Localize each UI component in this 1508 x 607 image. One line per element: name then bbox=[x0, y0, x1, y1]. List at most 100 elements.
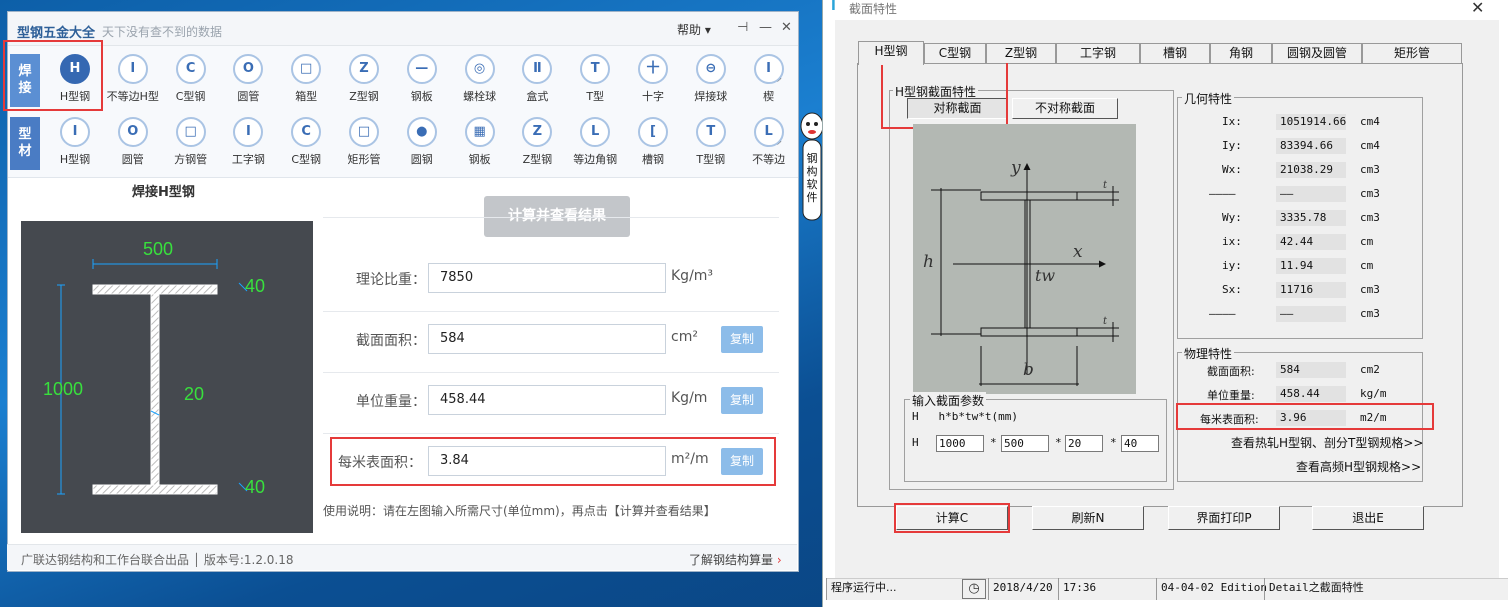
tool-profile-5[interactable]: □ 矩形管 bbox=[336, 117, 392, 175]
diagram-title: 焊接H型钢 bbox=[132, 185, 195, 200]
field-input[interactable]: 458.44 bbox=[428, 385, 666, 415]
help-menu[interactable]: 帮助 ▾ bbox=[677, 21, 711, 38]
tool-profile-10[interactable]: [槽钢 bbox=[625, 117, 681, 175]
tool-welded-8[interactable]: Ⅱ 盒式 bbox=[509, 54, 565, 112]
tool-profile-3[interactable]: I 工字钢 bbox=[220, 117, 276, 175]
tool-welded-1[interactable]: I 不等边H型 bbox=[105, 54, 161, 112]
geom-value: 11.94 bbox=[1276, 258, 1346, 274]
tool-label: 盒式 bbox=[526, 90, 549, 103]
tab-5[interactable]: 角钢 bbox=[1210, 43, 1272, 63]
tool-profile-4[interactable]: C C型钢 bbox=[278, 117, 334, 175]
tool-label: 圆管 bbox=[121, 153, 144, 166]
shape-icon: □ bbox=[291, 54, 322, 84]
field-label: 每米表面积： bbox=[338, 455, 422, 471]
action-button-0[interactable]: 计算C bbox=[896, 506, 1008, 530]
dim-h-label: h bbox=[923, 252, 934, 272]
tool-profile-2[interactable]: □ 方钢管 bbox=[163, 117, 219, 175]
shape-icon: L bbox=[753, 117, 784, 147]
param-input-3[interactable]: 40 bbox=[1121, 435, 1159, 452]
dim-t2-label: t bbox=[1103, 316, 1108, 327]
tool-welded-2[interactable]: C C型钢 bbox=[163, 54, 219, 112]
high-freq-spec-link[interactable]: 查看高频H型钢规格>> bbox=[1296, 458, 1421, 475]
shape-icon: 十 bbox=[638, 54, 668, 84]
tool-label: 不等边H型 bbox=[106, 90, 159, 103]
phys-value: 3.96 bbox=[1276, 410, 1346, 426]
tool-welded-5[interactable]: Z Z型钢 bbox=[336, 54, 392, 112]
phys-label: 每米表面积: bbox=[1200, 413, 1259, 426]
field-label: 理论比重： bbox=[356, 272, 426, 288]
tool-profile-11[interactable]: T T型钢 bbox=[683, 117, 739, 175]
tool-welded-4[interactable]: □ 箱型 bbox=[278, 54, 334, 112]
tab-1[interactable]: C型钢 bbox=[924, 43, 986, 63]
action-button-1[interactable]: 刷新N bbox=[1032, 506, 1144, 530]
left-titlebar: 型钢五金大全 天下没有查不到的数据 帮助 ▾ ⊣ — ✕ bbox=[8, 12, 798, 46]
axis-x-label: x bbox=[1073, 242, 1083, 262]
footer-link[interactable]: 了解钢结构算量 › bbox=[689, 551, 782, 568]
field-input[interactable]: 3.84 bbox=[428, 446, 666, 476]
copy-button[interactable]: 复制 bbox=[721, 387, 763, 414]
phys-label: 单位重量: bbox=[1207, 389, 1255, 402]
tab-0[interactable]: H型钢 bbox=[858, 41, 924, 65]
status-cell-2: 17:36 bbox=[1058, 578, 1154, 600]
tool-label: 箱型 bbox=[295, 90, 318, 103]
tool-profile-7[interactable]: ▦ 钢板 bbox=[452, 117, 508, 175]
shape-icon: C bbox=[175, 54, 206, 84]
status-cell-1: 2018/4/20 bbox=[988, 578, 1056, 600]
phys-value: 584 bbox=[1276, 362, 1346, 378]
tool-welded-9[interactable]: T T型 bbox=[567, 54, 623, 112]
tool-welded-7[interactable]: ◎ 螺栓球 bbox=[452, 54, 508, 112]
tab-6[interactable]: 圆钢及圆管 bbox=[1272, 43, 1362, 63]
tool-welded-10[interactable]: 十十字 bbox=[625, 54, 681, 112]
physical-group-label: 物理特性 bbox=[1182, 345, 1235, 362]
tool-label: C型钢 bbox=[291, 153, 322, 166]
status-cell-3: 04-04-02 Edition bbox=[1156, 578, 1267, 600]
app-title: 型钢五金大全 bbox=[17, 26, 96, 41]
tool-profile-8[interactable]: Z Z型钢 bbox=[509, 117, 565, 175]
geom-unit: cm4 bbox=[1360, 139, 1380, 152]
shape-icon: Z bbox=[522, 117, 553, 147]
field-input[interactable]: 7850 bbox=[428, 263, 666, 293]
tool-profile-12[interactable]: L 不等边 bbox=[741, 117, 797, 175]
tab-4[interactable]: 槽钢 bbox=[1140, 43, 1210, 63]
shape-icon: Z bbox=[349, 54, 379, 84]
axis-y-label: y bbox=[1011, 158, 1021, 178]
action-button-2[interactable]: 界面打印P bbox=[1168, 506, 1280, 530]
copy-button[interactable]: 复制 bbox=[721, 448, 763, 475]
tool-profile-9[interactable]: L 等边角钢 bbox=[567, 117, 623, 175]
param-input-0[interactable]: 1000 bbox=[936, 435, 984, 452]
pin-icon[interactable]: ⊣ bbox=[737, 20, 748, 35]
shape-icon: — bbox=[406, 54, 437, 84]
tab-7[interactable]: 矩形管 bbox=[1362, 43, 1462, 63]
copy-button[interactable]: 复制 bbox=[721, 326, 763, 353]
usage-note: 使用说明：请在左图输入所需尺寸(单位mm)，再点击【计算并查看结果】 bbox=[323, 504, 716, 518]
param-input-1[interactable]: 500 bbox=[1001, 435, 1049, 452]
shape-icon: ▦ bbox=[464, 117, 495, 147]
tool-welded-6[interactable]: — 钢板 bbox=[394, 54, 450, 112]
tool-label: 圆钢 bbox=[410, 153, 433, 166]
tool-welded-11[interactable]: ⊖ 焊接球 bbox=[683, 54, 739, 112]
asymmetric-button[interactable]: 不对称截面 bbox=[1012, 98, 1118, 119]
field-input[interactable]: 584 bbox=[428, 324, 666, 354]
tool-profile-6[interactable]: ● 圆钢 bbox=[394, 117, 450, 175]
close-icon[interactable]: ✕ bbox=[781, 20, 792, 35]
hot-rolled-spec-link[interactable]: 查看热轧H型钢、剖分T型钢规格>> bbox=[1231, 434, 1423, 451]
geom-label: ———— bbox=[1209, 307, 1236, 320]
tab-3[interactable]: 工字钢 bbox=[1056, 43, 1140, 63]
close-icon[interactable]: ✕ bbox=[1471, 0, 1484, 17]
dim-b-label: b bbox=[1023, 360, 1034, 380]
tool-profile-0[interactable]: I H型钢 bbox=[47, 117, 103, 175]
geom-value: 3335.78 bbox=[1276, 210, 1346, 226]
sidetab-profile[interactable]: 型 材 bbox=[10, 117, 40, 170]
minimize-icon[interactable]: — bbox=[759, 20, 772, 35]
tab-2[interactable]: Z型钢 bbox=[986, 43, 1056, 63]
tool-label: 螺栓球 bbox=[463, 90, 497, 103]
field-unit: cm² bbox=[671, 329, 698, 345]
tool-profile-1[interactable]: O 圆管 bbox=[105, 117, 161, 175]
dim-h-label: 1000 bbox=[43, 379, 84, 399]
geom-value: 42.44 bbox=[1276, 234, 1346, 250]
param-input-2[interactable]: 20 bbox=[1065, 435, 1103, 452]
tool-welded-12[interactable]: I楔 bbox=[741, 54, 797, 112]
action-button-3[interactable]: 退出E bbox=[1312, 506, 1424, 530]
tool-welded-3[interactable]: O 圆管 bbox=[220, 54, 276, 112]
geom-unit: cm bbox=[1360, 259, 1374, 272]
